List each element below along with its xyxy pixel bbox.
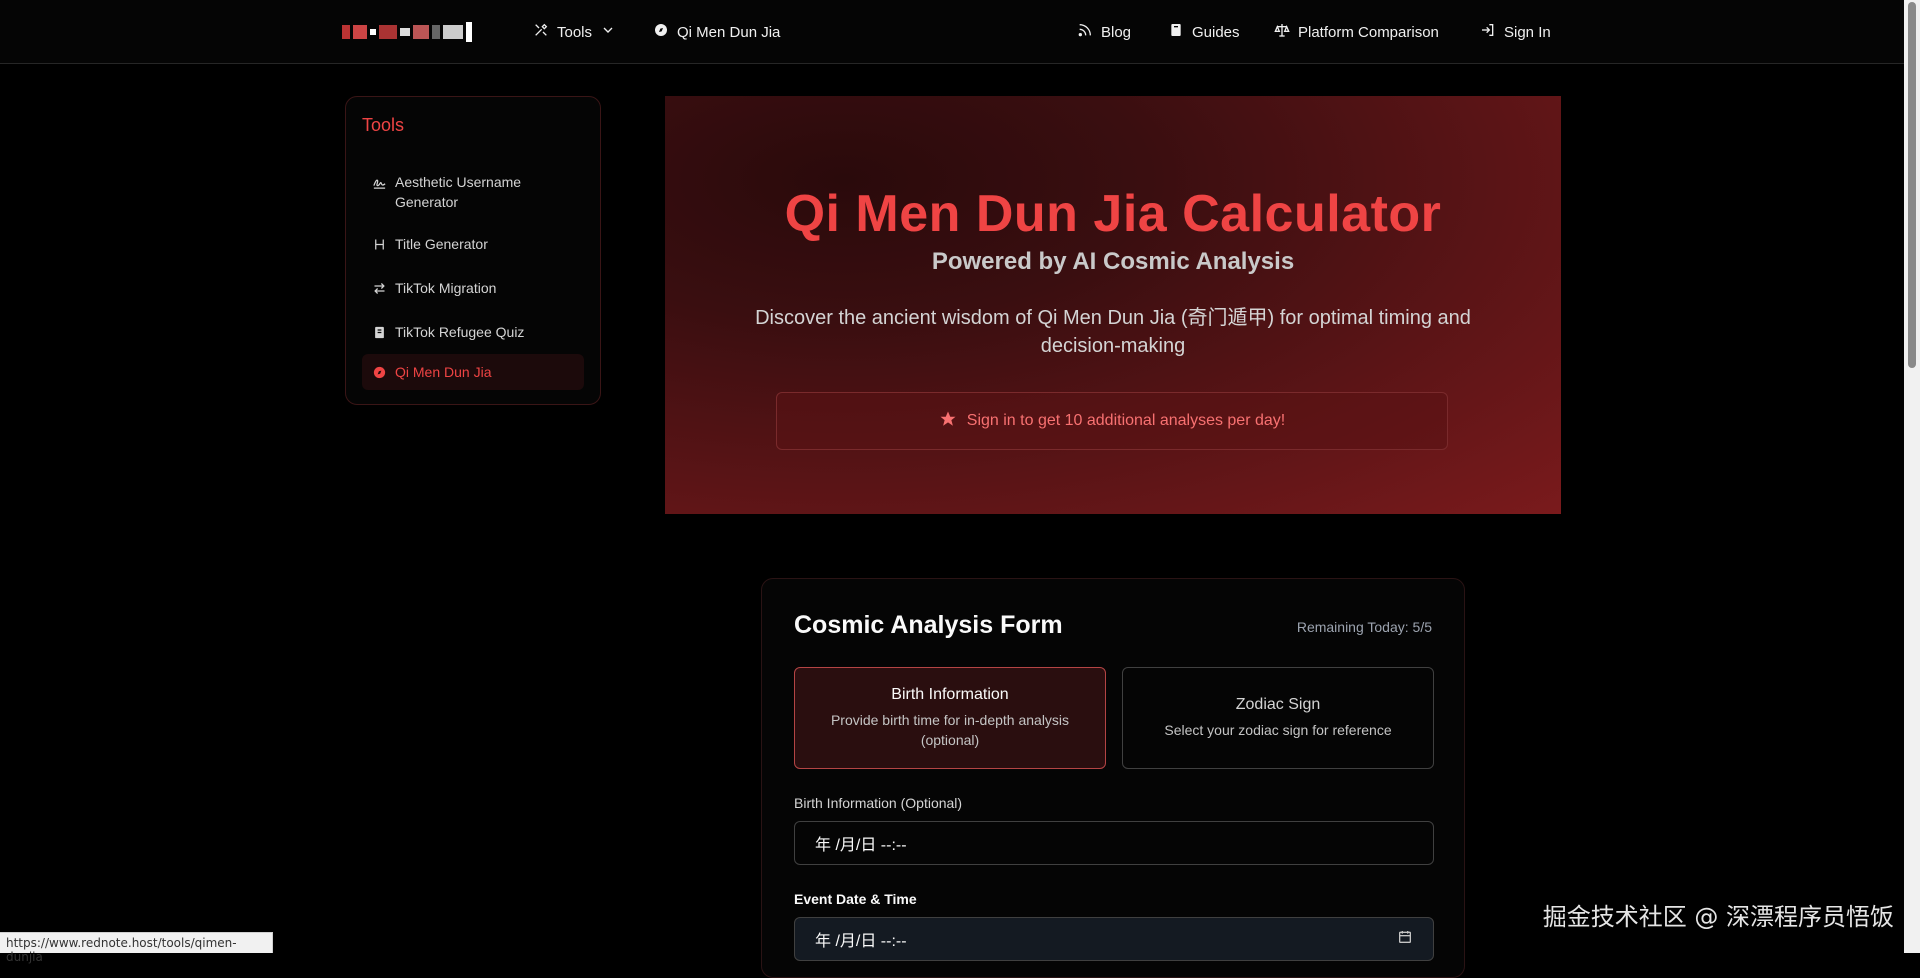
sidebar-title: Tools — [362, 115, 405, 135]
form-title: Cosmic Analysis Form — [794, 611, 1063, 639]
scrollbar-thumb[interactable] — [1908, 2, 1916, 368]
sign-in-icon — [1480, 22, 1496, 42]
calendar-icon[interactable] — [1397, 929, 1413, 950]
nav-qimen-link[interactable]: Qi Men Dun Jia — [653, 20, 780, 44]
chevron-down-icon — [600, 22, 616, 42]
nav-tools-label: Tools — [557, 23, 593, 41]
sidebar-item-label: Title Generator — [395, 236, 488, 252]
nav-comparison-link[interactable]: Platform Comparison — [1274, 20, 1439, 44]
birth-datetime-value: 年 /月/日 --:-- — [815, 837, 907, 854]
status-bar-url: https://www.rednote.host/tools/qimen-dun… — [0, 932, 273, 964]
scale-icon — [1274, 22, 1290, 42]
zodiac-sign-option[interactable]: Zodiac Sign Select your zodiac sign for … — [1122, 667, 1434, 769]
nav-blog-label: Blog — [1101, 23, 1132, 41]
signin-promo-banner[interactable]: Sign in to get 10 additional analyses pe… — [776, 392, 1448, 450]
arrows-swap-icon — [372, 278, 387, 301]
compass-icon — [372, 362, 387, 385]
nav-guides-link[interactable]: Guides — [1168, 20, 1240, 44]
hero-section: Qi Men Dun Jia Calculator Powered by AI … — [665, 96, 1561, 514]
compass-icon — [653, 22, 669, 42]
sidebar-item-title-generator[interactable]: Title Generator — [362, 226, 584, 265]
birth-info-label: Birth Information (Optional) — [794, 795, 963, 811]
book-icon — [1168, 22, 1184, 42]
birth-info-option-desc: Provide birth time for in-depth analysis… — [830, 712, 1070, 748]
sidebar-item-tiktok-migration[interactable]: TikTok Migration — [362, 270, 584, 309]
birth-info-option-title: Birth Information — [891, 686, 1009, 703]
page-title: Qi Men Dun Jia Calculator — [784, 185, 1442, 243]
remaining-count: Remaining Today: 5/5 — [1296, 619, 1432, 635]
zodiac-option-desc: Select your zodiac sign for reference — [1164, 722, 1392, 738]
hero-description: Discover the ancient wisdom of Qi Men Du… — [755, 307, 1471, 357]
nav-guides-label: Guides — [1192, 23, 1240, 41]
nav-tools-dropdown[interactable]: Tools — [533, 20, 616, 44]
tools-sidebar: Tools Aesthetic Username Generator Title… — [345, 96, 601, 405]
nav-signin-link[interactable]: Sign In — [1480, 20, 1551, 44]
sidebar-item-label: TikTok Refugee Quiz — [395, 324, 525, 340]
book-icon — [372, 322, 387, 345]
sidebar-item-aesthetic-username[interactable]: Aesthetic Username Generator — [362, 164, 584, 220]
event-datetime-value: 年 /月/日 --:-- — [815, 933, 907, 950]
signin-promo-text: Sign in to get 10 additional analyses pe… — [966, 412, 1286, 429]
nav-signin-label: Sign In — [1504, 23, 1551, 41]
heading-icon — [372, 234, 387, 257]
event-datetime-label: Event Date & Time — [794, 891, 917, 907]
page-scrollbar[interactable] — [1904, 0, 1920, 953]
sidebar-item-label: Aesthetic Username Generator — [395, 174, 522, 210]
top-navbar: Tools Qi Men Dun Jia Blog Guides Platfor… — [0, 0, 1904, 64]
event-datetime-input[interactable]: 年 /月/日 --:-- — [794, 917, 1434, 961]
tools-icon — [533, 22, 549, 42]
birth-datetime-input[interactable]: 年 /月/日 --:-- — [794, 821, 1434, 865]
sidebar-item-label: Qi Men Dun Jia — [395, 364, 492, 380]
nav-qimen-label: Qi Men Dun Jia — [677, 23, 781, 41]
nav-comparison-label: Platform Comparison — [1298, 23, 1439, 41]
signature-icon — [372, 172, 387, 195]
watermark-text: 掘金技术社区 @ 深漂程序员悟饭 — [1542, 903, 1894, 931]
sidebar-item-tiktok-quiz[interactable]: TikTok Refugee Quiz — [362, 314, 584, 353]
zodiac-option-title: Zodiac Sign — [1235, 696, 1321, 713]
nav-blog-link[interactable]: Blog — [1077, 20, 1131, 44]
cosmic-analysis-form: Cosmic Analysis Form Remaining Today: 5/… — [761, 578, 1465, 978]
sidebar-item-label: TikTok Migration — [395, 280, 497, 296]
rss-icon — [1077, 22, 1093, 42]
star-icon — [939, 410, 957, 433]
page-subtitle: Powered by AI Cosmic Analysis — [931, 248, 1295, 275]
sidebar-item-qimen[interactable]: Qi Men Dun Jia — [362, 354, 584, 390]
site-logo[interactable] — [342, 20, 504, 44]
birth-info-option[interactable]: Birth Information Provide birth time for… — [794, 667, 1106, 769]
